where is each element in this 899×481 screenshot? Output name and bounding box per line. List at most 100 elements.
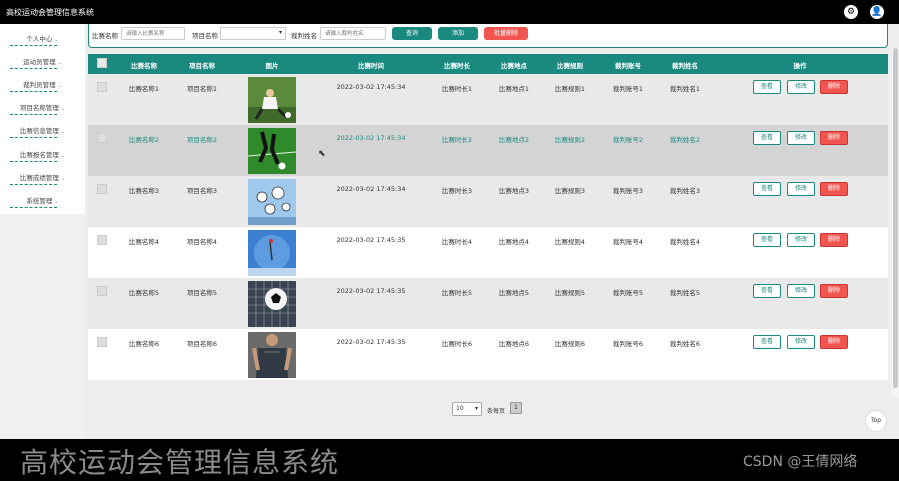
match-time-cell: 2022-03-02 17:45:35 (336, 287, 406, 295)
view-button[interactable]: 查看 (753, 80, 781, 94)
col-match-name[interactable]: 比赛名称 (131, 60, 157, 70)
sidebar-item-registrations[interactable]: 比赛报名管理 ⌄ (0, 148, 85, 162)
chevron-down-icon: ▾ (278, 29, 282, 36)
sidebar-item-scores[interactable]: 比赛成绩管理 ⌄ (0, 171, 85, 185)
edit-button[interactable]: 修改 (787, 335, 815, 349)
delete-button[interactable]: 删除 (820, 284, 848, 298)
match-time-cell: 2022-03-02 17:45:34 (336, 134, 406, 142)
batch-delete-button[interactable]: 批量删除 (484, 27, 528, 40)
scrollbar-thumb[interactable] (893, 48, 898, 388)
referee-name-label: 裁判姓名 (291, 32, 317, 40)
project-name-label: 项目名称 (192, 32, 218, 40)
referee-account-cell: 裁判账号6 (612, 340, 644, 348)
duration-cell: 比赛时长1 (441, 85, 473, 93)
rule-cell: 比赛规则6 (554, 340, 586, 348)
view-button[interactable]: 查看 (753, 131, 781, 145)
row-checkbox[interactable] (97, 133, 107, 143)
col-referee-name[interactable]: 裁判姓名 (672, 60, 698, 70)
referee-name-cell: 裁判姓名1 (669, 85, 701, 93)
add-button[interactable]: 添加 (438, 27, 478, 40)
table-row: 比赛名称4 项目名称4 2022-03-02 17:45:35 比赛时长4 比赛… (88, 227, 888, 278)
col-project-name[interactable]: 项目名称 (189, 60, 215, 70)
watermark: CSDN @王倩网络 (743, 454, 858, 470)
col-actions: 操作 (793, 62, 807, 70)
row-checkbox[interactable] (97, 286, 107, 296)
page-button-current[interactable]: 1 (510, 402, 522, 414)
user-icon[interactable]: 👤 (870, 5, 884, 19)
row-checkbox[interactable] (97, 82, 107, 92)
page-size-select[interactable]: 10 ▾ (452, 402, 482, 416)
table-row: 比赛名称1 项目名称1 2022-03-02 17:45:34 比赛时长1 比赛… (88, 74, 888, 125)
match-image (248, 281, 296, 327)
referee-account-cell: 裁判账号3 (612, 187, 644, 195)
chevron-down-icon: ⌄ (54, 37, 59, 43)
match-name-cell: 比赛名称2 (128, 136, 160, 144)
edit-button[interactable]: 修改 (787, 182, 815, 196)
col-place[interactable]: 比赛地点 (501, 60, 527, 70)
sidebar-item-profile[interactable]: 个人中心 ⌄ (0, 32, 85, 46)
query-button[interactable]: 查询 (392, 27, 432, 40)
duration-cell: 比赛时长3 (441, 187, 473, 195)
vertical-scrollbar[interactable] (892, 48, 899, 398)
place-cell: 比赛地点4 (498, 238, 530, 246)
project-name-select[interactable]: ▾ (220, 27, 286, 40)
sidebar-item-matches[interactable]: 比赛信息管理 ⌄ (0, 124, 85, 138)
view-button[interactable]: 查看 (753, 284, 781, 298)
view-button[interactable]: 查看 (753, 335, 781, 349)
delete-button[interactable]: 删除 (820, 182, 848, 196)
col-referee-account[interactable]: 裁判账号 (615, 60, 641, 70)
col-duration[interactable]: 比赛时长 (444, 60, 470, 70)
back-to-top-button[interactable]: Top (865, 410, 887, 432)
sidebar-item-referees[interactable]: 裁判员管理 ⌄ (0, 78, 85, 92)
project-name-cell: 项目名称3 (186, 187, 218, 195)
delete-button[interactable]: 删除 (820, 80, 848, 94)
row-checkbox[interactable] (97, 235, 107, 245)
col-match-time[interactable]: 比赛时间 (358, 60, 384, 70)
gear-icon[interactable]: ⚙ (844, 5, 858, 19)
match-name-cell: 比赛名称3 (128, 187, 160, 195)
sidebar-item-projects[interactable]: 项目名称管理 ⌄ (0, 101, 85, 115)
match-time-cell: 2022-03-02 17:45:35 (336, 338, 406, 346)
referee-name-input[interactable] (320, 27, 386, 40)
row-checkbox[interactable] (97, 184, 107, 194)
referee-name-cell: 裁判姓名6 (669, 340, 701, 348)
rule-cell: 比赛规则5 (554, 289, 586, 297)
sidebar: 个人中心 ⌄ 运动员管理 ⌄ 裁判员管理 ⌄ 项目名称管理 ⌄ 比赛信息管理 ⌄ 比赛报名… (0, 24, 85, 214)
view-button[interactable]: 查看 (753, 233, 781, 247)
delete-button[interactable]: 删除 (820, 233, 848, 247)
chevron-down-icon: ▾ (474, 405, 478, 412)
match-image (248, 230, 296, 276)
match-image (248, 332, 296, 378)
row-checkbox[interactable] (97, 337, 107, 347)
delete-button[interactable]: 删除 (820, 131, 848, 145)
col-rule[interactable]: 比赛规则 (557, 60, 583, 70)
referee-account-cell: 裁判账号4 (612, 238, 644, 246)
sidebar-item-system[interactable]: 系统管理 ⌄ (0, 194, 85, 208)
referee-account-cell: 裁判账号1 (612, 85, 644, 93)
edit-button[interactable]: 修改 (787, 80, 815, 94)
project-name-cell: 项目名称6 (186, 340, 218, 348)
duration-cell: 比赛时长5 (441, 289, 473, 297)
table-row: 比赛名称3 项目名称3 2022-03-02 17:45:34 比赛时长3 比赛… (88, 176, 888, 227)
sidebar-item-athletes[interactable]: 运动员管理 ⌄ (0, 55, 85, 69)
place-cell: 比赛地点1 (498, 85, 530, 93)
referee-name-cell: 裁判姓名5 (669, 289, 701, 297)
delete-button[interactable]: 删除 (820, 335, 848, 349)
edit-button[interactable]: 修改 (787, 131, 815, 145)
view-button[interactable]: 查看 (753, 182, 781, 196)
match-time-cell: 2022-03-02 17:45:35 (336, 236, 406, 244)
chevron-down-icon: ⌄ (60, 176, 66, 182)
banner-title: 高校运动会管理信息系统 (20, 446, 340, 479)
edit-button[interactable]: 修改 (787, 233, 815, 247)
match-name-input[interactable] (121, 27, 185, 40)
project-name-cell: 项目名称4 (186, 238, 218, 246)
edit-button[interactable]: 修改 (787, 284, 815, 298)
table-row: 比赛名称2 项目名称2 2022-03-02 17:45:34 比赛时长2 比赛… (88, 125, 888, 176)
match-name-cell: 比赛名称6 (128, 340, 160, 348)
match-image (248, 179, 296, 225)
match-time-cell: 2022-03-02 17:45:34 (336, 83, 406, 91)
select-all-checkbox[interactable] (97, 58, 107, 68)
chevron-down-icon: ⌄ (57, 83, 62, 89)
table-row: 比赛名称6 项目名称6 2022-03-02 17:45:35 比赛时长6 比赛… (88, 329, 888, 380)
duration-cell: 比赛时长4 (441, 238, 473, 246)
